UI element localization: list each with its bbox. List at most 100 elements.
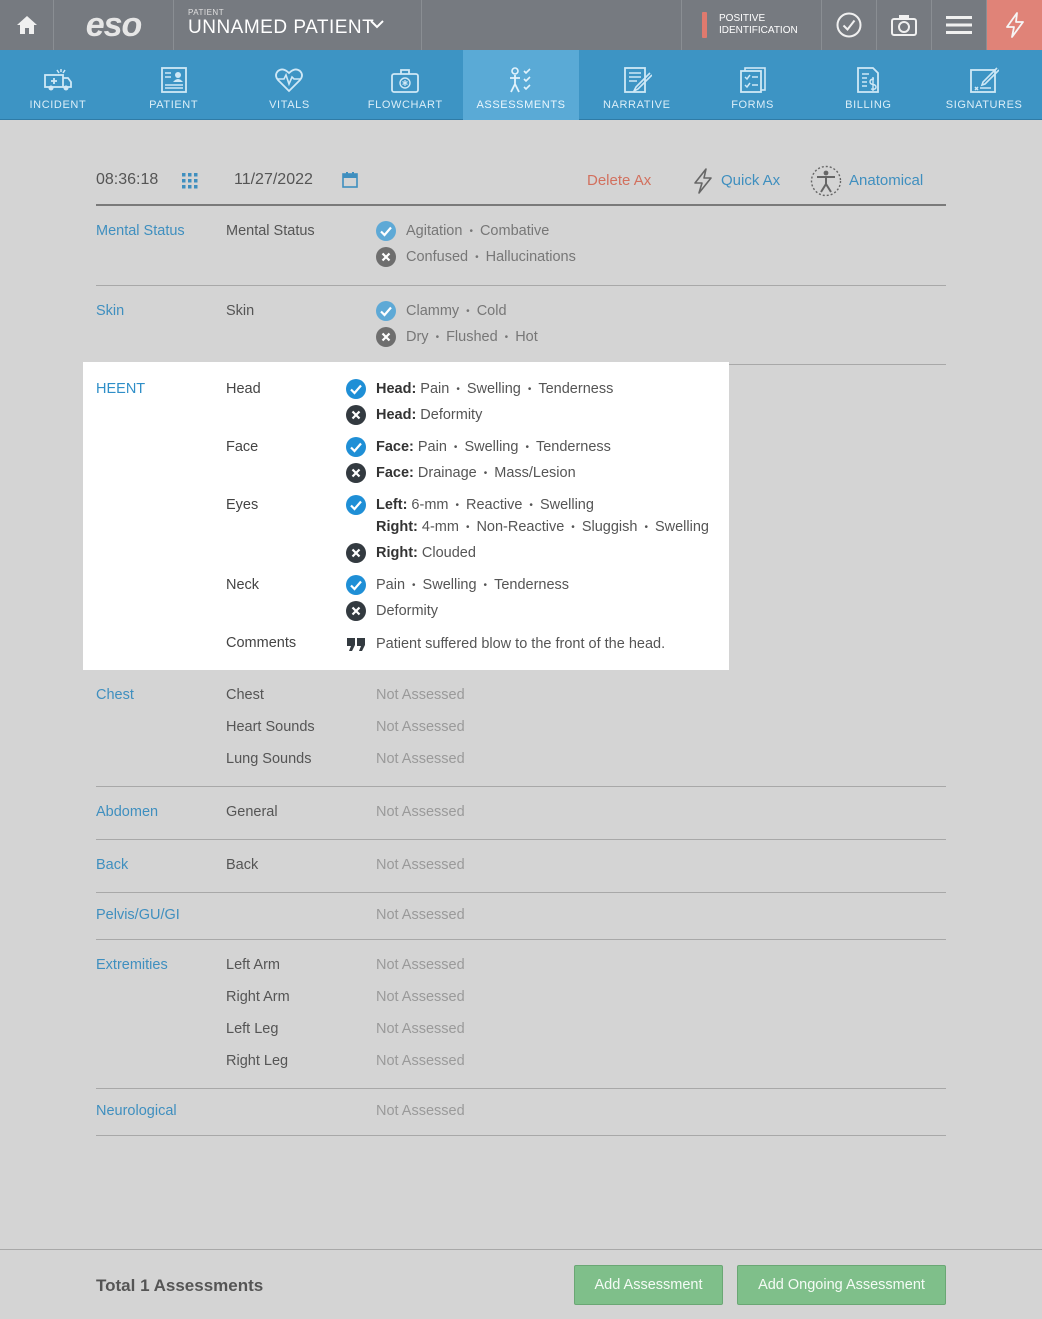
nav-patient[interactable]: PATIENT <box>116 50 232 120</box>
section-title[interactable]: Abdomen <box>96 804 158 820</box>
negative-findings[interactable]: Confused • Hallucinations <box>376 247 576 267</box>
heart-pulse-icon <box>275 68 304 93</box>
quick-action-button[interactable] <box>987 0 1042 50</box>
anatomical-button[interactable]: Anatomical <box>849 172 923 189</box>
assessment-header: 08:36:18 11/27/2022 Delete Ax Quick Ax A… <box>96 162 946 206</box>
add-ongoing-assessment-button[interactable]: Add Ongoing Assessment <box>737 1265 946 1305</box>
menu-button[interactable] <box>932 0 987 50</box>
row-label: General <box>226 804 278 820</box>
calendar-icon[interactable] <box>342 172 358 188</box>
eyes-left-findings[interactable]: Left: 6-mm • Reactive • Swelling <box>346 495 594 515</box>
nav-narrative[interactable]: NARRATIVE <box>579 50 695 120</box>
section-back: Back Back Not Assessed <box>96 840 946 893</box>
section-title[interactable]: Extremities <box>96 957 168 973</box>
row-value[interactable]: Not Assessed <box>376 907 465 923</box>
posid-line2: IDENTIFICATION <box>719 25 798 36</box>
head-positive-findings[interactable]: Head: Pain • Swelling • Tenderness <box>346 379 613 399</box>
positive-findings[interactable]: Clammy • Cold <box>376 301 507 321</box>
row-label: Chest <box>226 687 264 703</box>
nav-assessments[interactable]: ASSESSMENTS <box>463 50 579 120</box>
section-neurological: Neurological Not Assessed <box>96 1089 946 1136</box>
section-mental-status: Mental Status Mental Status Agitation • Co… <box>96 206 946 286</box>
top-bar-spacer <box>422 0 682 50</box>
row-label-eyes: Eyes <box>226 497 259 513</box>
anatomical-body-icon[interactable] <box>810 165 842 197</box>
eyes-right-findings[interactable]: Right: 4-mm • Non-Reactive • Sluggish • Swellin… <box>346 519 709 535</box>
notepad-pen-icon <box>623 67 652 93</box>
nav-label: PATIENT <box>149 99 199 111</box>
check-circle-icon <box>836 12 862 38</box>
quick-assessment-button[interactable]: Quick Ax <box>721 172 780 189</box>
negative-findings[interactable]: Dry • Flushed • Hot <box>376 327 538 347</box>
row-value[interactable]: Not Assessed <box>376 1053 465 1069</box>
x-circle-icon <box>346 543 366 563</box>
positive-identification-button[interactable]: POSITIVE IDENTIFICATION <box>682 0 822 50</box>
nav-label: FLOWCHART <box>367 99 443 111</box>
patient-selector[interactable]: PATIENT UNNAMED PATIENT <box>174 0 422 50</box>
face-negative-findings[interactable]: Face: Drainage • Mass/Lesion <box>346 463 576 483</box>
camera-button[interactable] <box>877 0 932 50</box>
nav-vitals[interactable]: VITALS <box>232 50 348 120</box>
section-extremities: Extremities Left Arm Not Assessed Right … <box>96 940 946 1089</box>
nav-billing[interactable]: BILLING <box>810 50 926 120</box>
row-value[interactable]: Not Assessed <box>376 1103 465 1119</box>
row-label: Right Leg <box>226 1053 289 1069</box>
section-title[interactable]: HEENT <box>96 381 145 397</box>
row-label: Heart Sounds <box>226 719 315 735</box>
check-circle-icon <box>346 575 366 595</box>
nav-forms[interactable]: FORMS <box>695 50 811 120</box>
row-label: Right Arm <box>226 989 290 1005</box>
row-label: Back <box>226 857 259 873</box>
face-positive-findings[interactable]: Face: Pain • Swelling • Tenderness <box>346 437 611 457</box>
row-value[interactable]: Not Assessed <box>376 957 465 973</box>
x-circle-icon <box>346 463 366 483</box>
quote-icon <box>347 638 365 651</box>
delete-assessment-button[interactable]: Delete Ax <box>587 172 651 189</box>
section-chest: Chest Chest Not Assessed Heart Sounds No… <box>96 670 946 787</box>
home-button[interactable] <box>0 0 54 50</box>
eyes-negative-findings[interactable]: Right: Clouded <box>346 543 476 563</box>
home-icon <box>16 16 37 34</box>
row-value[interactable]: Not Assessed <box>376 857 465 873</box>
row-value[interactable]: Not Assessed <box>376 719 465 735</box>
positive-findings[interactable]: Agitation • Combative <box>376 221 549 241</box>
neck-negative-findings[interactable]: Deformity <box>346 601 438 621</box>
nav-signatures[interactable]: SIGNATURES <box>926 50 1042 120</box>
row-value[interactable]: Not Assessed <box>376 751 465 767</box>
comments-text[interactable]: Patient suffered blow to the front of th… <box>346 634 665 654</box>
keypad-icon[interactable] <box>182 173 198 189</box>
camera-icon <box>891 15 917 36</box>
section-title[interactable]: Pelvis/GU/GI <box>96 907 180 923</box>
section-title[interactable]: Skin <box>96 303 124 319</box>
row-value[interactable]: Not Assessed <box>376 804 465 820</box>
add-assessment-button[interactable]: Add Assessment <box>574 1265 723 1305</box>
patient-label: PATIENT <box>188 8 225 17</box>
check-circle-icon <box>346 437 366 457</box>
lightning-bolt-icon[interactable] <box>692 168 714 194</box>
eso-logo: eso <box>54 0 174 50</box>
nav-label: FORMS <box>731 99 774 111</box>
row-value[interactable]: Not Assessed <box>376 989 465 1005</box>
assessment-time[interactable]: 08:36:18 <box>96 171 158 189</box>
row-label: Skin <box>226 303 255 319</box>
row-value[interactable]: Not Assessed <box>376 687 465 703</box>
row-label: Left Leg <box>226 1021 279 1037</box>
assessment-date[interactable]: 11/27/2022 <box>234 171 313 189</box>
section-pelvis: Pelvis/GU/GI Not Assessed <box>96 893 946 940</box>
section-title[interactable]: Mental Status <box>96 223 185 239</box>
section-heent: HEENT Head Head: Pain • Swelling • Tenderness… <box>83 362 729 670</box>
nav-flowchart[interactable]: FLOWCHART <box>347 50 463 120</box>
section-title[interactable]: Back <box>96 857 128 873</box>
nav-label: NARRATIVE <box>603 99 671 111</box>
row-value[interactable]: Not Assessed <box>376 1021 465 1037</box>
row-label-face: Face <box>226 439 259 455</box>
head-negative-findings[interactable]: Head: Deformity <box>346 405 482 425</box>
neck-positive-findings[interactable]: Pain • Swelling • Tenderness <box>346 575 569 595</box>
check-circle-icon <box>346 379 366 399</box>
hamburger-menu-icon <box>946 16 972 34</box>
nav-incident[interactable]: INCIDENT <box>0 50 116 120</box>
section-title[interactable]: Chest <box>96 687 134 703</box>
validate-button[interactable] <box>822 0 877 50</box>
section-title[interactable]: Neurological <box>96 1103 177 1119</box>
lightning-bolt-icon <box>1005 12 1024 38</box>
